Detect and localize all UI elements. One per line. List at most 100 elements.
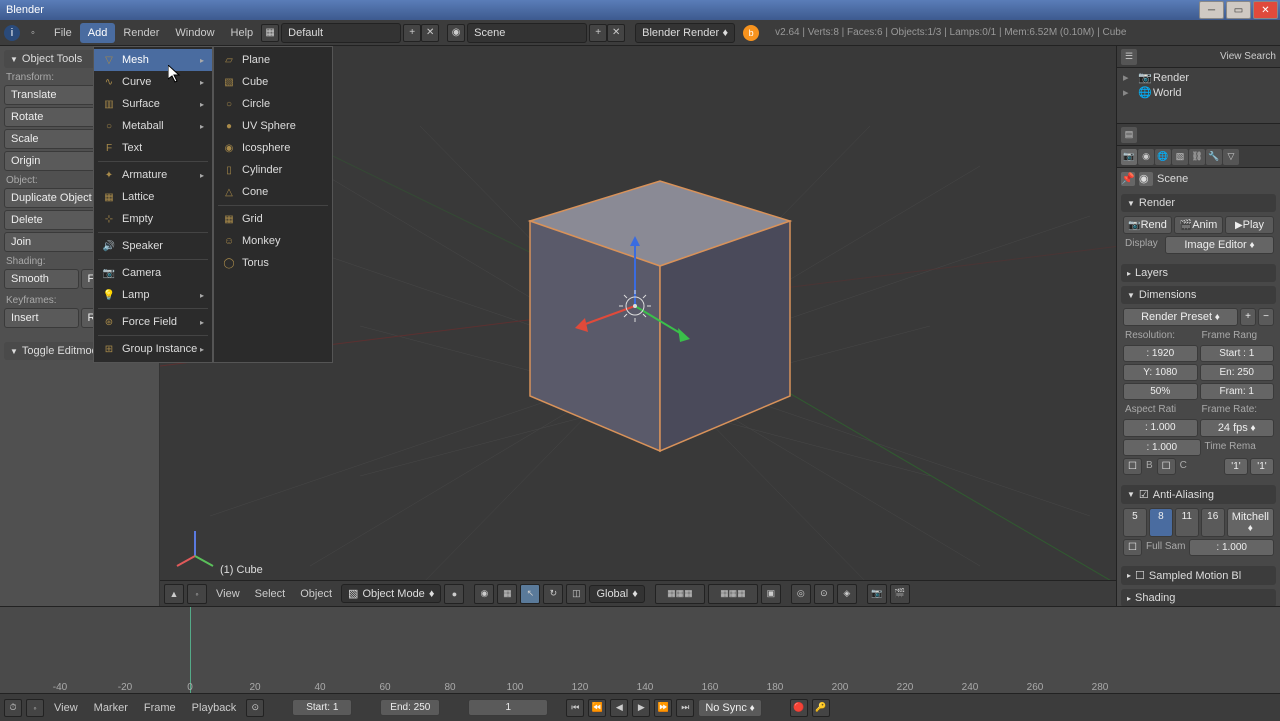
border-checkbox[interactable]: ☐ <box>1123 458 1142 475</box>
menu-render[interactable]: Render <box>115 23 167 43</box>
old-field-2[interactable]: '1' <box>1250 458 1274 475</box>
expand-tl-icon[interactable]: ◦ <box>26 699 44 717</box>
res-y-field[interactable]: Y: 1080 <box>1123 364 1198 381</box>
menu-surface[interactable]: ▥Surface▸ <box>94 93 212 115</box>
timeline-playhead[interactable] <box>190 607 191 693</box>
menu-text[interactable]: FText <box>94 137 212 159</box>
mode-select[interactable]: ▧Object Mode♦ <box>341 584 441 603</box>
menu-armature[interactable]: ✦Armature▸ <box>94 164 212 186</box>
aa-16-btn[interactable]: 16 <box>1201 508 1225 537</box>
tab-data[interactable]: ▽ <box>1223 149 1239 165</box>
menu-file[interactable]: File <box>46 23 80 43</box>
remove-layout-btn[interactable]: ✕ <box>421 24 439 42</box>
render-image-btn[interactable]: 📷Rend <box>1123 216 1172 234</box>
timeline-ruler[interactable]: -40-200204060801001201401601802002202402… <box>0 607 1280 693</box>
menu-lattice[interactable]: ▦Lattice <box>94 186 212 208</box>
render-play-btn[interactable]: ▶Play <box>1225 216 1274 234</box>
render-section-hdr[interactable]: Render <box>1121 194 1276 212</box>
cube-mesh[interactable] <box>530 181 790 451</box>
add-scene-btn[interactable]: + <box>589 24 607 42</box>
jump-end-btn[interactable]: ⏭ <box>676 699 694 717</box>
old-field-1[interactable]: '1' <box>1224 458 1248 475</box>
submenu-cone[interactable]: △Cone <box>214 181 332 203</box>
res-pct-field[interactable]: 50% <box>1123 383 1198 400</box>
submenu-circle[interactable]: ○Circle <box>214 93 332 115</box>
tab-scene[interactable]: ◉ <box>1138 149 1154 165</box>
start-frame-field[interactable]: Start : 1 <box>1200 345 1275 362</box>
remove-scene-btn[interactable]: ✕ <box>607 24 625 42</box>
maximize-button[interactable]: ▭ <box>1226 1 1251 19</box>
prev-keyframe-btn[interactable]: ⏪ <box>588 699 606 717</box>
render-anim-icon[interactable]: 🎬 <box>890 584 910 604</box>
layout-preset-field[interactable]: Default <box>281 23 401 43</box>
menu-empty[interactable]: ⊹Empty <box>94 208 212 230</box>
layout-icon[interactable]: ▦ <box>261 24 279 42</box>
vp-object-menu[interactable]: Object <box>294 585 338 603</box>
aa-5-btn[interactable]: 5 <box>1123 508 1147 537</box>
manip-icon[interactable]: ▦ <box>497 584 517 604</box>
aa-11-btn[interactable]: 11 <box>1175 508 1199 537</box>
scene-field[interactable]: Scene <box>467 23 587 43</box>
menu-lamp[interactable]: 💡Lamp▸ <box>94 284 212 306</box>
dimensions-section-hdr[interactable]: Dimensions <box>1121 286 1276 304</box>
expand-icon[interactable]: ◦ <box>187 584 207 604</box>
tl-frame-menu[interactable]: Frame <box>138 699 182 717</box>
shading-section-hdr[interactable]: Shading <box>1121 589 1276 606</box>
layers-grid-1[interactable]: ▦▦▦ <box>655 584 705 604</box>
submenu-cylinder[interactable]: ▯Cylinder <box>214 159 332 181</box>
menu-metaball[interactable]: ○Metaball▸ <box>94 115 212 137</box>
render-preset-select[interactable]: Render Preset ♦ <box>1123 308 1238 326</box>
end-frame-field[interactable]: En: 250 <box>1200 364 1275 381</box>
tl-view-menu[interactable]: View <box>48 699 84 717</box>
aa-section-hdr[interactable]: ☑Anti-Aliasing <box>1121 485 1276 504</box>
mb-section-hdr[interactable]: ☐Sampled Motion Bl <box>1121 566 1276 585</box>
menu-forcefield[interactable]: ⊛Force Field▸ <box>94 311 212 333</box>
layers-section-hdr[interactable]: Layers <box>1121 264 1276 282</box>
aa-filter-select[interactable]: Mitchell ♦ <box>1227 508 1274 537</box>
render-preview-icon[interactable]: 📷 <box>867 584 887 604</box>
tab-constraints[interactable]: ⛓ <box>1189 149 1205 165</box>
renderer-field[interactable]: Blender Render♦ <box>635 23 735 43</box>
tab-modifiers[interactable]: 🔧 <box>1206 149 1222 165</box>
res-x-field[interactable]: : 1920 <box>1123 345 1198 362</box>
filter-size-field[interactable]: : 1.000 <box>1189 539 1274 556</box>
translate-icon[interactable]: ↖ <box>520 584 540 604</box>
menu-groupinstance[interactable]: ⊞Group Instance▸ <box>94 338 212 360</box>
props-editor-icon[interactable]: ▤ <box>1121 127 1137 143</box>
menu-help[interactable]: Help <box>223 23 262 43</box>
prop-edit-icon[interactable]: ◎ <box>791 584 811 604</box>
pivot-icon[interactable]: ◉ <box>474 584 494 604</box>
close-button[interactable]: ✕ <box>1253 1 1278 19</box>
vp-select-menu[interactable]: Select <box>249 585 292 603</box>
add-preset-btn[interactable]: + <box>1240 308 1256 326</box>
outliner-editor-icon[interactable]: ☰ <box>1121 49 1137 65</box>
menu-speaker[interactable]: 🔊Speaker <box>94 235 212 257</box>
menu-camera[interactable]: 📷Camera <box>94 262 212 284</box>
start-frame-input[interactable]: Start: 1 <box>292 699 352 716</box>
add-layout-btn[interactable]: + <box>403 24 421 42</box>
current-frame-input[interactable]: 1 <box>468 699 548 716</box>
editor-type-btn[interactable]: ▲ <box>164 584 184 604</box>
submenu-plane[interactable]: ▱Plane <box>214 49 332 71</box>
use-preview-range-btn[interactable]: ⊙ <box>246 699 264 717</box>
tl-marker-menu[interactable]: Marker <box>88 699 134 717</box>
remove-preset-btn[interactable]: − <box>1258 308 1274 326</box>
shading-mode-icon[interactable]: ● <box>444 584 464 604</box>
aspect-y-field[interactable]: : 1.000 <box>1123 439 1201 456</box>
layers-grid-2[interactable]: ▦▦▦ <box>708 584 758 604</box>
menu-mesh[interactable]: ▽Mesh▸ <box>94 49 212 71</box>
insert-button[interactable]: Insert <box>4 308 79 328</box>
fps-select[interactable]: 24 fps ♦ <box>1200 419 1275 437</box>
rotate-icon[interactable]: ↻ <box>543 584 563 604</box>
auto-key-btn[interactable]: 🔴 <box>790 699 808 717</box>
frame-step-field[interactable]: Fram: 1 <box>1200 383 1275 400</box>
submenu-cube[interactable]: ▧Cube <box>214 71 332 93</box>
orientation-select[interactable]: Global♦ <box>589 585 644 603</box>
jump-start-btn[interactable]: ⏮ <box>566 699 584 717</box>
menu-add[interactable]: Add <box>80 23 116 43</box>
tab-object[interactable]: ▧ <box>1172 149 1188 165</box>
tab-world[interactable]: 🌐 <box>1155 149 1171 165</box>
sync-mode-select[interactable]: No Sync ♦ <box>698 699 761 717</box>
smooth-button[interactable]: Smooth <box>4 269 79 289</box>
fullsample-checkbox[interactable]: ☐ <box>1123 539 1142 556</box>
